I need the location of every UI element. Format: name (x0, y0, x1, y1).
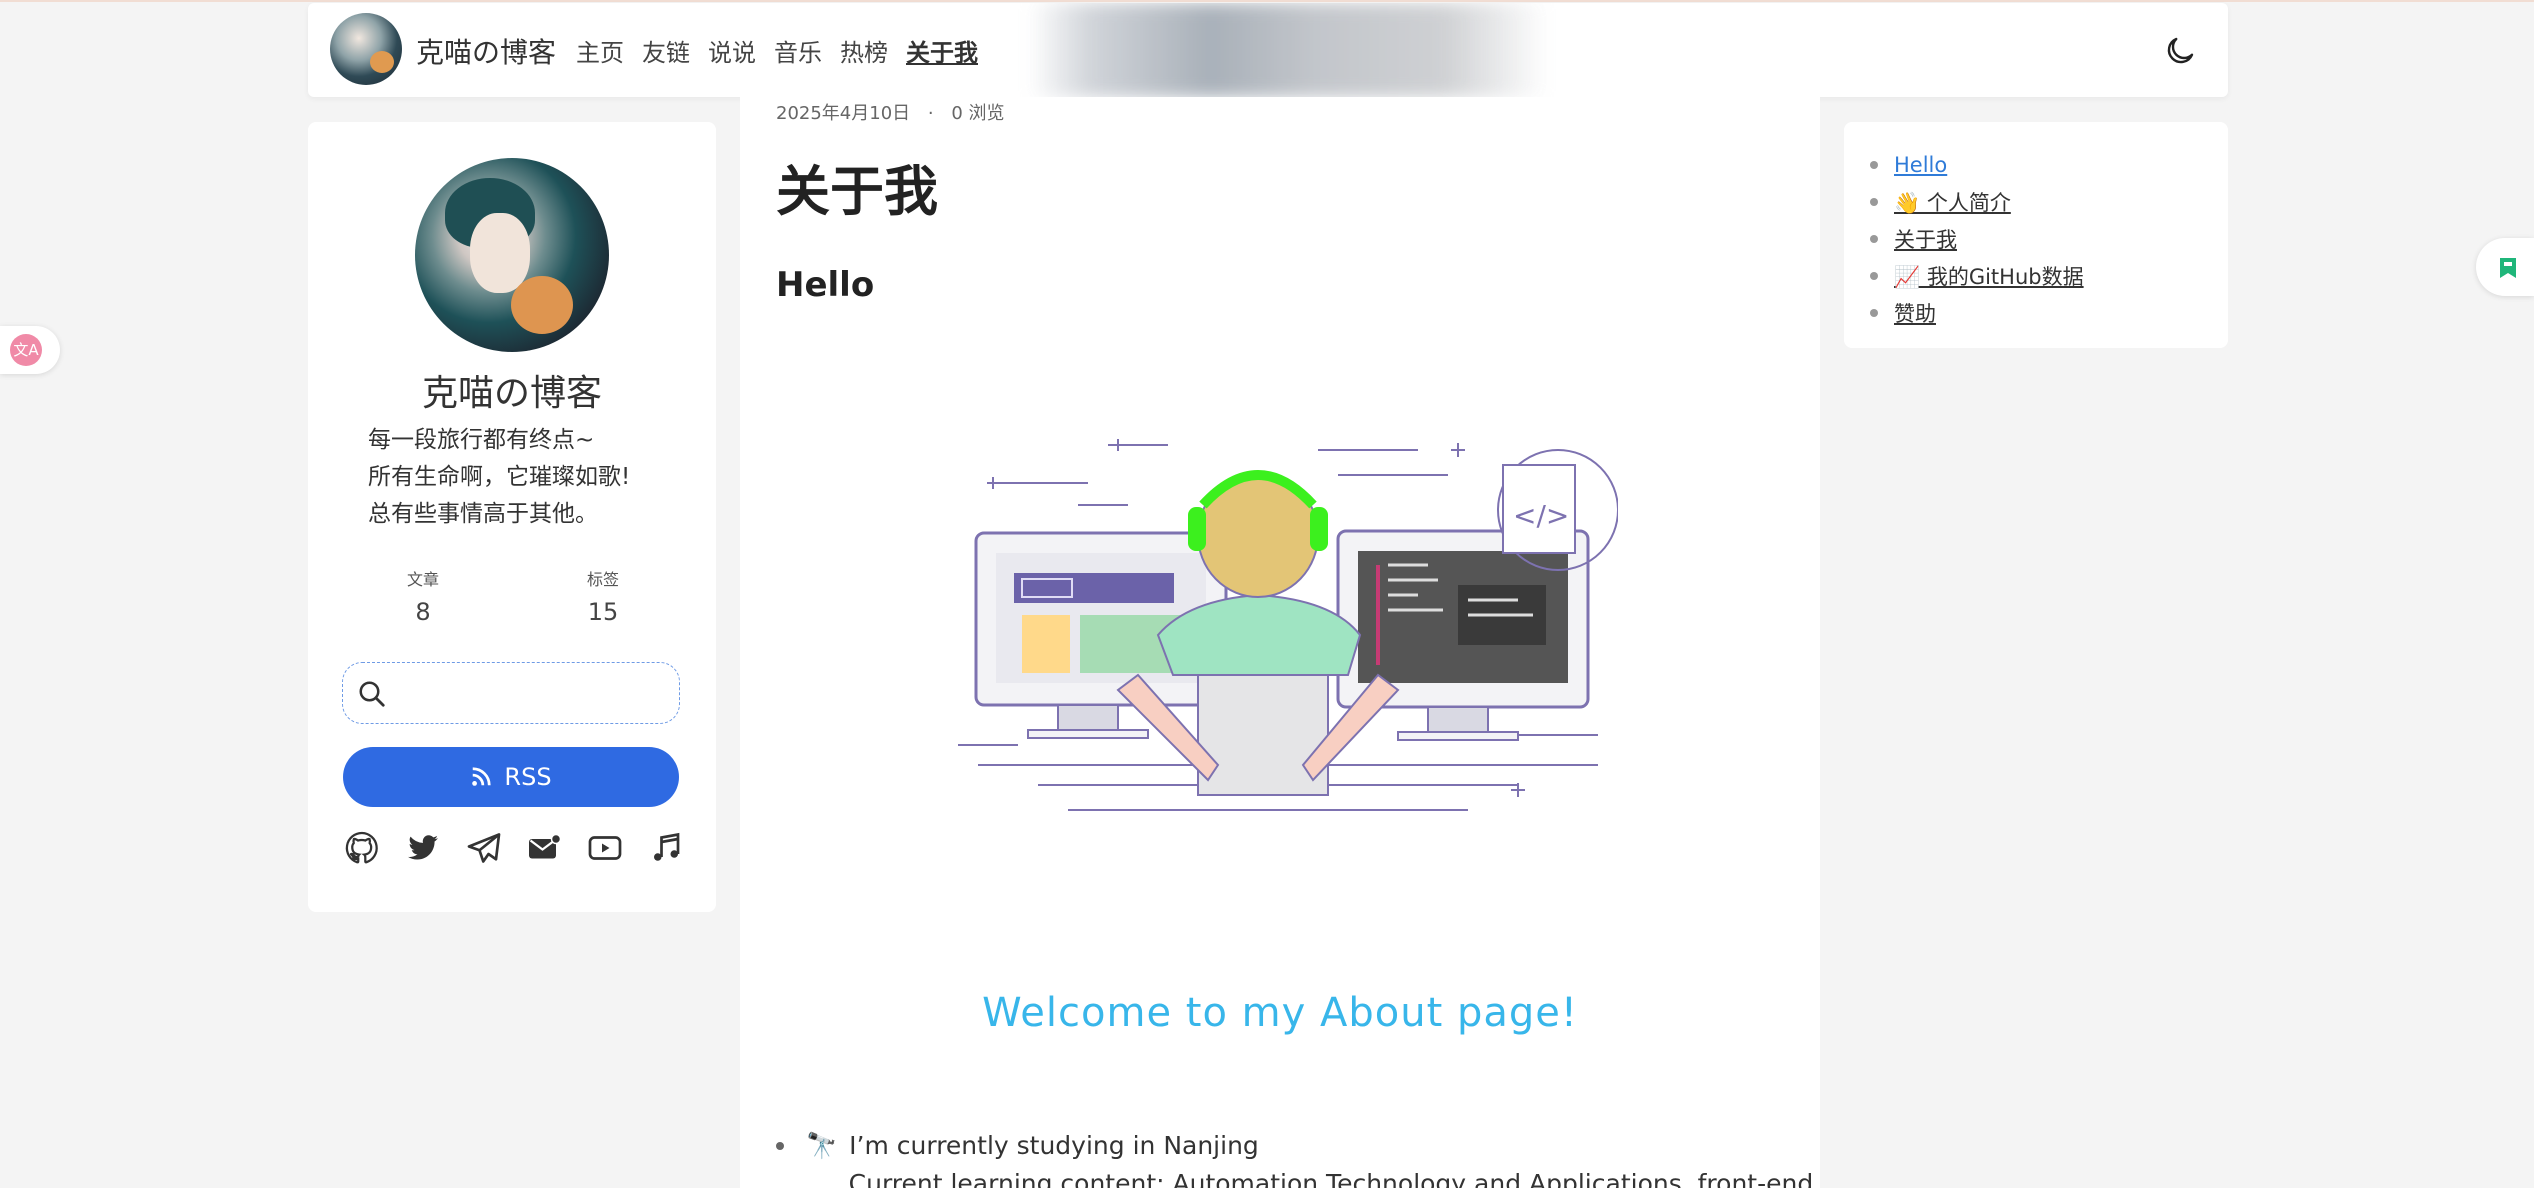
seedling-icon: 🌱 (806, 1184, 837, 1188)
toc-link-about[interactable]: 关于我 (1894, 224, 1957, 254)
profile-motto: 每一段旅行都有终点~ 所有生命啊，它璀璨如歌! 总有些事情高于其他。 (368, 422, 630, 533)
stat-tags[interactable]: 标签 15 (548, 566, 658, 626)
toc-item: Hello (1870, 146, 2202, 183)
moon-icon[interactable] (2162, 33, 2198, 69)
toc-link-github[interactable]: 📈 我的GitHub数据 (1894, 261, 2084, 291)
search-input[interactable] (403, 675, 663, 711)
profile-name: 克喵の博客 (421, 373, 602, 414)
toc-item: 关于我 (1870, 220, 2202, 257)
search-icon (359, 681, 385, 707)
social-links (344, 830, 684, 866)
brand-avatar[interactable] (330, 13, 402, 85)
stat-value: 8 (415, 598, 431, 626)
nav-item-hot[interactable]: 热榜 (840, 33, 888, 68)
toc-link-intro[interactable]: 👋 个人简介 (1894, 187, 2011, 217)
profile-card: 克喵の博客 每一段旅行都有终点~ 所有生命啊，它璀璨如歌! 总有些事情高于其他。… (308, 122, 716, 912)
table-of-contents: Hello 👋 个人简介 关于我 📈 我的GitHub数据 赞助 (1844, 122, 2228, 348)
meta-separator: · (927, 103, 934, 124)
stat-label: 标签 (586, 570, 619, 589)
stat-label: 文章 (406, 570, 439, 589)
header-background-image (1028, 3, 1548, 97)
toc-item: 📈 我的GitHub数据 (1870, 257, 2202, 294)
motto-line: 总有些事情高于其他。 (368, 501, 598, 527)
bookmark-icon (2500, 258, 2516, 278)
nav-item-music[interactable]: 音乐 (774, 33, 822, 68)
motto-line: 所有生命啊，它璀璨如歌! (368, 464, 631, 490)
nav-item-home[interactable]: 主页 (576, 33, 624, 68)
avatar (415, 158, 609, 352)
motto-line: 每一段旅行都有终点~ (368, 427, 595, 453)
welcome-heading: Welcome to my About page! (982, 990, 1578, 1036)
stat-value: 15 (587, 598, 619, 626)
rss-label: RSS (504, 763, 552, 791)
toc-item: 赞助 (1870, 294, 2202, 331)
email-icon[interactable] (526, 830, 562, 866)
list-item: 🌱 Current learning content: Automation T… (776, 1165, 1820, 1188)
list-item-text: I’m currently studying in Nanjing (849, 1131, 1259, 1160)
toc-item: 👋 个人简介 (1870, 183, 2202, 220)
bookmark-widget[interactable] (2476, 238, 2534, 296)
section-heading-hello: Hello (776, 265, 875, 305)
intro-list: 🔭 I’m currently studying in Nanjing 🌱 Cu… (776, 1127, 1820, 1188)
toc-link-sponsor[interactable]: 赞助 (1894, 298, 1936, 328)
telescope-icon: 🔭 (806, 1131, 838, 1160)
article-content: 2025年4月10日 · 0 浏览 关于我 Hello </> Welcome … (740, 97, 1820, 1188)
profile-stats: 文章 8 标签 15 (368, 566, 658, 626)
site-header: 克喵の博客 主页 友链 说说 音乐 热榜 关于我 (308, 3, 2228, 97)
rss-button[interactable]: RSS (343, 747, 679, 807)
toc-link-hello[interactable]: Hello (1894, 153, 1947, 177)
brand-title[interactable]: 克喵の博客 (416, 31, 556, 71)
article-date: 2025年4月10日 (776, 103, 911, 124)
main-nav: 主页 友链 说说 音乐 热榜 关于我 (576, 33, 978, 68)
stat-articles[interactable]: 文章 8 (368, 566, 478, 626)
nav-item-friends[interactable]: 友链 (642, 33, 690, 68)
page-title: 关于我 (776, 160, 938, 223)
nav-item-about[interactable]: 关于我 (906, 33, 978, 68)
developer-illustration: </> (958, 439, 1618, 811)
svg-text:</>: </> (1513, 499, 1569, 532)
github-icon[interactable] (344, 830, 380, 866)
article-views: 0 浏览 (951, 103, 1005, 124)
list-item: 🔭 I’m currently studying in Nanjing (776, 1127, 1820, 1165)
list-item-text: Current learning content: Automation Tec… (848, 1169, 1814, 1188)
twitter-icon[interactable] (405, 830, 441, 866)
rss-icon (472, 767, 492, 786)
telegram-icon[interactable] (466, 830, 502, 866)
bullet-dot (776, 1142, 784, 1150)
translate-widget[interactable]: 文A (0, 326, 60, 374)
translate-icon: 文A (10, 334, 42, 366)
nav-item-moments[interactable]: 说说 (708, 33, 756, 68)
article-meta: 2025年4月10日 · 0 浏览 (776, 99, 1005, 125)
music-icon[interactable] (648, 830, 684, 866)
top-accent-line (0, 0, 2534, 2)
search-box[interactable] (342, 662, 680, 724)
youtube-icon[interactable] (587, 830, 623, 866)
